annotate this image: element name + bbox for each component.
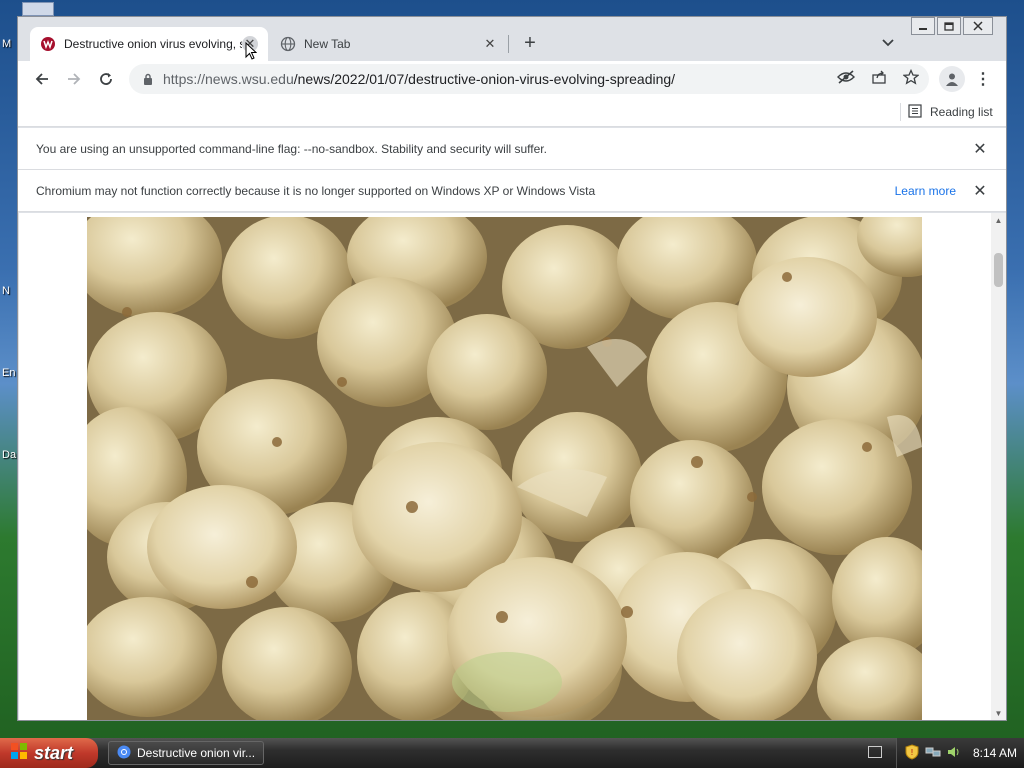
infobar-close-icon[interactable]: ✕ <box>972 141 988 158</box>
page-content <box>19 213 991 720</box>
address-bar[interactable]: https://news.wsu.edu/news/2022/01/07/des… <box>129 64 929 94</box>
system-tray: ! 8:14 AM <box>896 738 1024 768</box>
wsu-favicon-icon <box>40 36 56 52</box>
tab-title: Destructive onion virus evolving, sp <box>64 37 242 51</box>
scroll-up-icon[interactable]: ▲ <box>991 213 1006 227</box>
taskbar: start Destructive onion vir... ! 8:14 AM <box>0 738 1024 768</box>
reading-list-label: Reading list <box>930 105 993 119</box>
url-path: /news/2022/01/07/destructive-onion-virus… <box>293 71 676 87</box>
tab-separator <box>508 35 509 53</box>
bookmark-divider <box>900 103 901 121</box>
toolbar: https://news.wsu.edu/news/2022/01/07/des… <box>18 61 1006 97</box>
window-close-icon[interactable] <box>963 17 993 35</box>
url-text: https://news.wsu.edu/news/2022/01/07/des… <box>163 71 929 87</box>
tab-strip: Destructive onion virus evolving, sp ✕ N… <box>18 17 1006 61</box>
bookmark-bar: Reading list <box>18 97 1006 127</box>
windows-logo-icon <box>10 742 28 765</box>
tab-new-tab[interactable]: New Tab ✕ <box>270 27 508 61</box>
reading-list-icon <box>908 103 922 121</box>
onion-photo-illustration <box>87 217 922 720</box>
start-button[interactable]: start <box>0 738 98 768</box>
lock-icon[interactable] <box>141 73 155 85</box>
tab-search-chevron-icon[interactable] <box>878 33 898 53</box>
eye-slash-icon[interactable] <box>836 67 856 87</box>
svg-text:!: ! <box>911 748 913 757</box>
reload-icon[interactable] <box>94 67 118 91</box>
tab-close-icon[interactable]: ✕ <box>482 36 498 52</box>
desktop-icon-label[interactable]: N <box>2 285 10 297</box>
star-icon[interactable] <box>901 67 921 87</box>
onion-photo <box>87 217 922 720</box>
vertical-scrollbar[interactable]: ▲ ▼ <box>991 213 1006 720</box>
share-icon[interactable] <box>869 67 889 87</box>
desktop-icon-label[interactable]: Da <box>2 449 16 461</box>
forward-arrow-icon[interactable] <box>62 67 86 91</box>
tab-title: New Tab <box>304 37 351 51</box>
infobar-unsupported-os: Chromium may not function correctly beca… <box>18 170 1006 212</box>
infobar-message: Chromium may not function correctly beca… <box>36 183 596 198</box>
desktop-icon-label[interactable]: M <box>2 38 11 50</box>
infobar-close-icon[interactable]: ✕ <box>972 183 988 200</box>
back-arrow-icon[interactable] <box>30 67 54 91</box>
tab-article[interactable]: Destructive onion virus evolving, sp ✕ <box>30 27 268 61</box>
browser-window: Destructive onion virus evolving, sp ✕ N… <box>17 16 1007 721</box>
infobar-message: You are using an unsupported command-lin… <box>36 141 547 156</box>
new-tab-button[interactable]: + <box>518 31 542 55</box>
desktop-icon-label[interactable]: En <box>2 367 15 379</box>
chromium-icon <box>117 745 131 762</box>
desktop-icon[interactable] <box>22 2 54 16</box>
volume-icon[interactable] <box>947 745 961 762</box>
kebab-menu-icon[interactable]: ⋮ <box>973 67 993 91</box>
profile-avatar-icon[interactable] <box>939 66 965 92</box>
taskbar-item-label: Destructive onion vir... <box>137 746 256 760</box>
taskbar-clock[interactable]: 8:14 AM <box>973 746 1017 760</box>
taskbar-item-browser[interactable]: Destructive onion vir... <box>108 741 264 765</box>
scroll-down-icon[interactable]: ▼ <box>991 706 1006 720</box>
infobar-no-sandbox: You are using an unsupported command-lin… <box>18 128 1006 170</box>
restore-icon[interactable] <box>937 17 961 35</box>
learn-more-link[interactable]: Learn more <box>895 184 956 198</box>
network-icon[interactable] <box>925 745 941 762</box>
globe-icon <box>280 36 296 52</box>
start-label: start <box>34 742 74 763</box>
mouse-cursor-icon <box>245 42 257 60</box>
minimize-icon[interactable] <box>911 17 935 35</box>
url-host: https://news.wsu.edu <box>163 71 294 87</box>
security-shield-icon[interactable]: ! <box>905 743 919 763</box>
scroll-thumb[interactable] <box>994 253 1003 287</box>
keyboard-icon[interactable] <box>868 746 882 758</box>
reading-list-button[interactable]: Reading list <box>908 101 993 123</box>
